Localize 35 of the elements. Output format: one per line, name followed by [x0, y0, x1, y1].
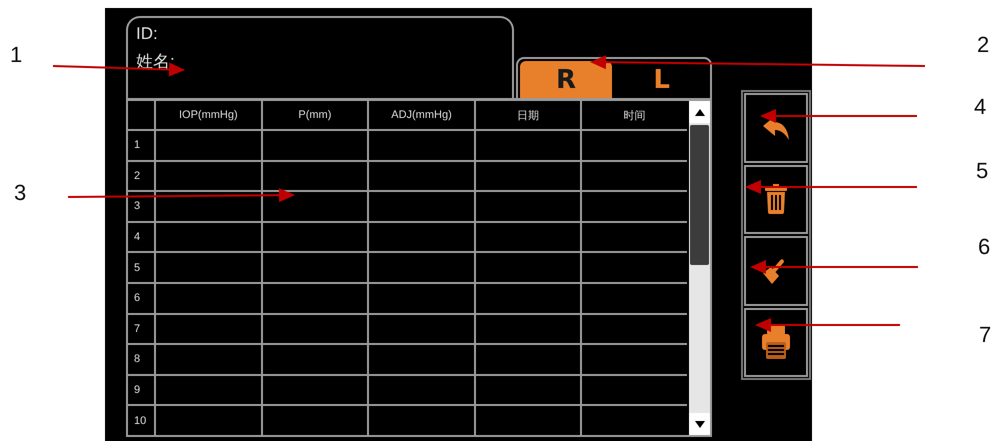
callout-number: 2 [977, 32, 990, 58]
callout-number: 7 [979, 322, 992, 348]
eye-tab[interactable]: R [520, 61, 612, 98]
scroll-down-icon[interactable] [689, 413, 710, 435]
row-number: 8 [128, 345, 154, 374]
back-button[interactable] [744, 93, 808, 162]
print-button[interactable] [744, 308, 808, 377]
scroll-up-icon[interactable] [689, 101, 710, 123]
delete-button[interactable] [744, 164, 808, 234]
id-label: ID: [136, 24, 159, 44]
scroll-thumb[interactable] [690, 125, 709, 265]
column-header: 日期 [476, 101, 580, 129]
callout-number: 5 [976, 158, 988, 184]
row-number: 7 [128, 314, 154, 344]
row-number: 2 [128, 162, 154, 190]
clear-button[interactable] [744, 236, 808, 306]
printer-icon [761, 324, 791, 360]
row-number: 4 [128, 222, 154, 252]
trash-icon [764, 184, 788, 214]
corner-cell [128, 101, 154, 129]
callout-number: 1 [10, 42, 22, 68]
callout-number: 4 [974, 94, 986, 120]
column-header: ADJ(mmHg) [369, 101, 474, 129]
callout-number: 6 [978, 234, 990, 260]
column-header: IOP(mmHg) [156, 101, 261, 129]
row-number: 6 [128, 284, 154, 313]
row-number: 10 [128, 406, 154, 435]
row-number: 3 [128, 192, 154, 221]
row-number: 9 [128, 376, 154, 404]
row-number: 1 [128, 131, 154, 160]
column-header: 时间 [582, 101, 687, 129]
callout-number: 3 [14, 180, 26, 206]
scrollbar[interactable] [689, 101, 710, 435]
row-number: 5 [128, 253, 154, 282]
column-header: P(mm) [262, 101, 368, 129]
